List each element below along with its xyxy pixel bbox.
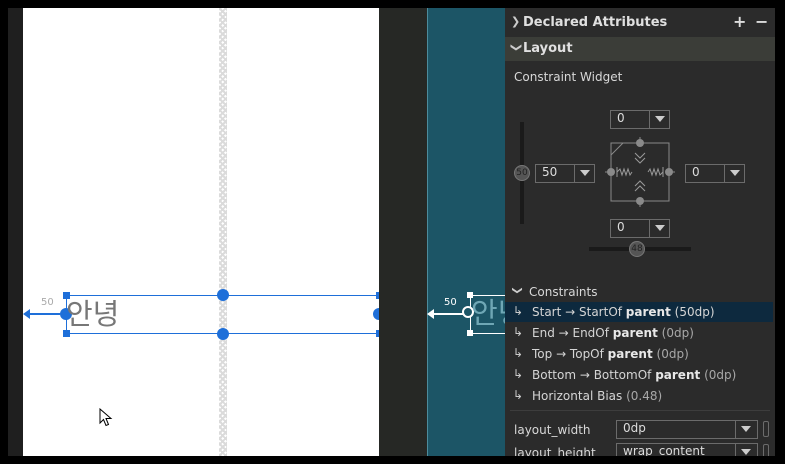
vertical-bias-knob[interactable]: 50 (514, 165, 530, 181)
chevron-down-icon (730, 170, 740, 176)
design-surface[interactable] (23, 8, 379, 456)
horizontal-bias-knob[interactable]: 48 (629, 241, 645, 257)
chevron-down-icon (655, 225, 665, 231)
constraint-arrow-icon (23, 309, 30, 319)
constraint-link-icon: ↳ (513, 304, 524, 318)
view-divider (379, 8, 427, 456)
constraint-row-top[interactable]: ↳ Top → TopOf parent (0dp) (505, 344, 773, 364)
layout-width-picker-button[interactable] (763, 421, 769, 437)
margin-label: 50 (41, 297, 54, 308)
constraints-header[interactable]: ❯ Constraints (505, 282, 775, 302)
chevron-down-icon (655, 116, 665, 122)
declared-attributes-header[interactable]: ❯ Declared Attributes + − (505, 11, 775, 35)
constraint-link-icon: ↳ (513, 346, 524, 360)
constraint-row-bottom[interactable]: ↳ Bottom → BottomOf parent (0dp) (505, 365, 773, 385)
panel-edge (775, 8, 785, 456)
blueprint-constraint-line (431, 313, 463, 315)
constraint-row-horizontal-bias[interactable]: ↳ Horizontal Bias (0.48) (505, 386, 773, 406)
blueprint-arrow-icon (427, 309, 434, 319)
window-bottom-edge (0, 456, 785, 464)
layout-width-label: layout_width (514, 423, 591, 437)
layout-header[interactable]: ❯ Layout (505, 37, 775, 61)
constraint-widget-box[interactable] (595, 133, 685, 213)
blueprint-canvas[interactable] (427, 8, 507, 456)
constraint-link-icon: ↳ (513, 388, 524, 402)
blueprint-margin-label: 50 (444, 297, 457, 308)
chevron-right-icon: ❯ (511, 15, 521, 28)
mouse-cursor-icon (99, 408, 113, 427)
constraint-row-end[interactable]: ↳ End → EndOf parent (0dp) (505, 323, 773, 343)
section-divider (510, 410, 770, 411)
vertical-guideline (219, 8, 227, 456)
constraint-link-icon: ↳ (513, 367, 524, 381)
chevron-down-icon (741, 449, 751, 455)
start-constraint-line (28, 313, 60, 315)
chevron-down-icon (741, 426, 751, 432)
top-margin-dropdown[interactable]: 0 (610, 110, 670, 129)
top-anchor[interactable] (217, 289, 229, 301)
textview-hello[interactable]: 안녕 (66, 296, 119, 332)
chevron-down-icon (580, 170, 590, 176)
constraint-link-icon: ↳ (513, 325, 524, 339)
blueprint-border (427, 8, 428, 456)
layout-width-dropdown[interactable]: 0dp (616, 420, 758, 439)
right-margin-dropdown[interactable]: 0 (685, 164, 745, 183)
remove-attribute-icon[interactable]: − (755, 12, 768, 31)
add-attribute-icon[interactable]: + (733, 12, 746, 31)
constraint-widget-title: Constraint Widget (514, 70, 623, 84)
chevron-down-icon: ❯ (511, 286, 523, 295)
bottom-anchor[interactable] (217, 328, 229, 340)
bottom-margin-dropdown[interactable]: 0 (610, 219, 670, 238)
constraint-row-start[interactable]: ↳ Start → StartOf parent (50dp) (505, 302, 773, 322)
left-margin-dropdown[interactable]: 50 (535, 164, 595, 183)
chevron-down-icon: ❯ (510, 42, 524, 53)
